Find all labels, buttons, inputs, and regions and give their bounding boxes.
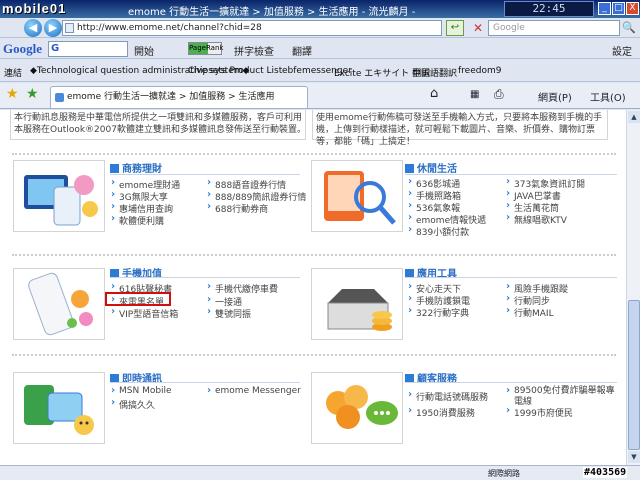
section-underline [405, 174, 617, 175]
intro-text-right: 使用emome行動佈稿可發送至手機輸入方式，只要將本服務到手機的手機，上傳到行動… [316, 113, 603, 147]
google-toolbar: Google G 開始 PageRank 拼字檢查 翻譯 設定 [0, 39, 640, 59]
forward-button[interactable]: ▶ [44, 19, 62, 37]
highlight-box [105, 292, 171, 306]
service-link[interactable]: 行動MAIL [505, 305, 554, 319]
service-link[interactable]: 行動電話號碼服務 [407, 389, 488, 403]
home-icon[interactable]: ⌂ [430, 86, 438, 101]
open-button[interactable]: 開始 [134, 43, 154, 58]
service-link[interactable]: VIP型語音信箱 [110, 306, 178, 320]
pagerank-badge: PageRank [188, 42, 223, 55]
tools-menu[interactable]: 工具(O) [590, 89, 626, 104]
close-button[interactable]: X [626, 2, 639, 15]
link-item[interactable]: Chipsets Product List [188, 66, 282, 76]
tab-emome[interactable]: emome 行動生活一擴就達 > 加值服務 > 生活應用 [50, 86, 308, 108]
address-bar: ◀ ▶ http://www.emome.net/channel?chid=28… [0, 18, 640, 38]
minimize-button[interactable]: _ [598, 2, 611, 15]
spellcheck-button[interactable]: 拼字檢查 [234, 43, 274, 58]
favorites-star-icon[interactable]: ★ [6, 86, 19, 102]
divider [12, 354, 616, 356]
section-title-leisure[interactable]: 休閒生活 [405, 160, 457, 175]
service-link[interactable]: 無線唱歌KTV [505, 212, 567, 226]
section-underline [405, 277, 617, 278]
clock-display: 22:45 [504, 1, 594, 17]
title-bar: mobile01 emome 行動生活一擴就達 > 加值服務 > 生活應用 - … [0, 0, 640, 18]
section-underline [110, 277, 300, 278]
print-icon[interactable]: ⎙ [494, 87, 504, 102]
settings-button[interactable]: 設定 [612, 43, 632, 58]
feeds-icon[interactable]: ▦ [470, 89, 479, 100]
link-item[interactable]: freedom9 [458, 66, 501, 76]
url-text: http://www.emome.net/channel?chid=28 [77, 23, 262, 33]
search-input[interactable]: Google [488, 20, 620, 36]
customer-service-illustration [326, 385, 398, 429]
scrollbar-thumb[interactable] [628, 300, 640, 450]
scroll-up-icon[interactable]: ▲ [628, 111, 640, 123]
leisure-illustration [324, 171, 396, 225]
finance-illustration [24, 175, 98, 226]
links-bar: 連結 ◆Technological question administrativ… [0, 60, 640, 82]
mobile01-logo: mobile01 [2, 1, 67, 16]
service-link[interactable]: 839小額付款 [407, 224, 469, 238]
tab-bar: ★ ★ emome 行動生活一擴就達 > 加值服務 > 生活應用 ⌂ ▦ ⎙ 網… [0, 83, 640, 109]
scroll-down-icon[interactable]: ▼ [628, 451, 640, 463]
tools-illustration [327, 289, 392, 331]
maximize-button[interactable]: □ [612, 2, 625, 15]
service-link[interactable]: 1950消費服務 [407, 405, 475, 419]
divider [12, 153, 616, 155]
service-link[interactable]: emome Messenger [206, 385, 301, 396]
section-underline [405, 382, 617, 383]
finance-thumbnail[interactable] [13, 160, 105, 232]
links-label: 連結 [4, 69, 23, 79]
service-link[interactable]: 手機代繳停車費 [206, 281, 278, 295]
service-link[interactable]: 雙號同振 [206, 306, 251, 320]
section-bullet-icon [405, 164, 414, 173]
service-link[interactable]: 偶搞久久 [110, 397, 155, 411]
section-title-finance[interactable]: 商務理財 [110, 160, 162, 175]
leisure-thumbnail[interactable] [311, 160, 403, 232]
page-icon [65, 23, 74, 33]
service-link[interactable]: 軟體便利購 [110, 213, 164, 227]
refresh-button[interactable]: ↩ [446, 20, 464, 36]
security-zone: 網際網路 [488, 469, 520, 478]
messaging-thumbnail[interactable] [13, 372, 105, 444]
section-underline [110, 382, 300, 383]
page-content: 本行動訊息服務是中華電信所提供之一項雙訊和多媒體服務，客戶可利用本服務在Outl… [0, 110, 626, 465]
messaging-illustration [24, 385, 94, 435]
mobile-addon-thumbnail[interactable] [13, 268, 105, 340]
google-search-input[interactable]: G [48, 41, 128, 57]
watermark-id: #403569 [583, 467, 628, 478]
divider [12, 254, 616, 256]
section-underline [110, 174, 300, 175]
customer-service-thumbnail[interactable] [311, 372, 403, 444]
translate-button[interactable]: 翻譯 [292, 43, 312, 58]
page-menu[interactable]: 網頁(P) [538, 89, 572, 104]
search-icon[interactable]: 🔍 [622, 21, 636, 34]
service-link[interactable]: 89500免付費詐騙舉報專電線 [505, 385, 617, 408]
section-bullet-icon [110, 164, 119, 173]
url-input[interactable]: http://www.emome.net/channel?chid=28 [62, 20, 442, 36]
link-item[interactable]: 中国語翻訳 [412, 66, 457, 79]
back-button[interactable]: ◀ [24, 19, 42, 37]
service-link[interactable]: 1999市府便民 [505, 405, 573, 419]
service-link[interactable]: 688行動券商 [206, 201, 268, 215]
mobile-addon-illustration [28, 272, 93, 336]
stop-button[interactable]: ✕ [470, 20, 486, 36]
status-bar: 網際網路 #403569 [0, 465, 640, 480]
service-link[interactable]: 322行動字典 [407, 305, 469, 319]
intro-text-left: 本行動訊息服務是中華電信所提供之一項雙訊和多媒體服務，客戶可利用本服務在Outl… [14, 113, 306, 135]
google-g-icon: G [51, 43, 60, 54]
tools-thumbnail[interactable] [311, 268, 403, 340]
service-link[interactable]: MSN Mobile [110, 385, 172, 396]
google-logo: Google [3, 41, 42, 56]
vertical-scrollbar[interactable]: ▲ ▼ [626, 110, 640, 465]
window-title: emome 行動生活一擴就達 > 加值服務 > 生活應用 - 流光麟月 - [128, 7, 416, 18]
add-favorite-icon[interactable]: ★ [26, 86, 39, 102]
